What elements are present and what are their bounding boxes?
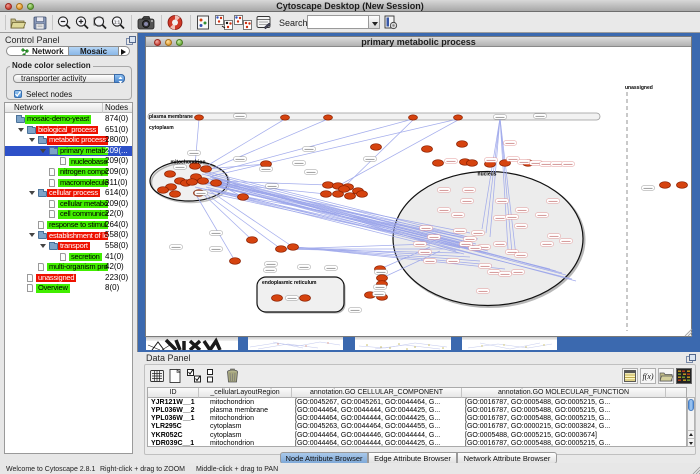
svg-text:nucleus: nucleus [478, 172, 497, 178]
svg-text:1:1: 1:1 [114, 20, 121, 25]
svg-text:unassigned: unassigned [625, 85, 653, 91]
svg-text:f(x): f(x) [642, 372, 653, 381]
svg-text:plasma membrane: plasma membrane [149, 114, 193, 120]
svg-text:mitochondrion: mitochondrion [171, 160, 206, 166]
svg-text:cytoplasm: cytoplasm [149, 125, 174, 131]
svg-text:endoplasmic reticulum: endoplasmic reticulum [262, 280, 317, 286]
